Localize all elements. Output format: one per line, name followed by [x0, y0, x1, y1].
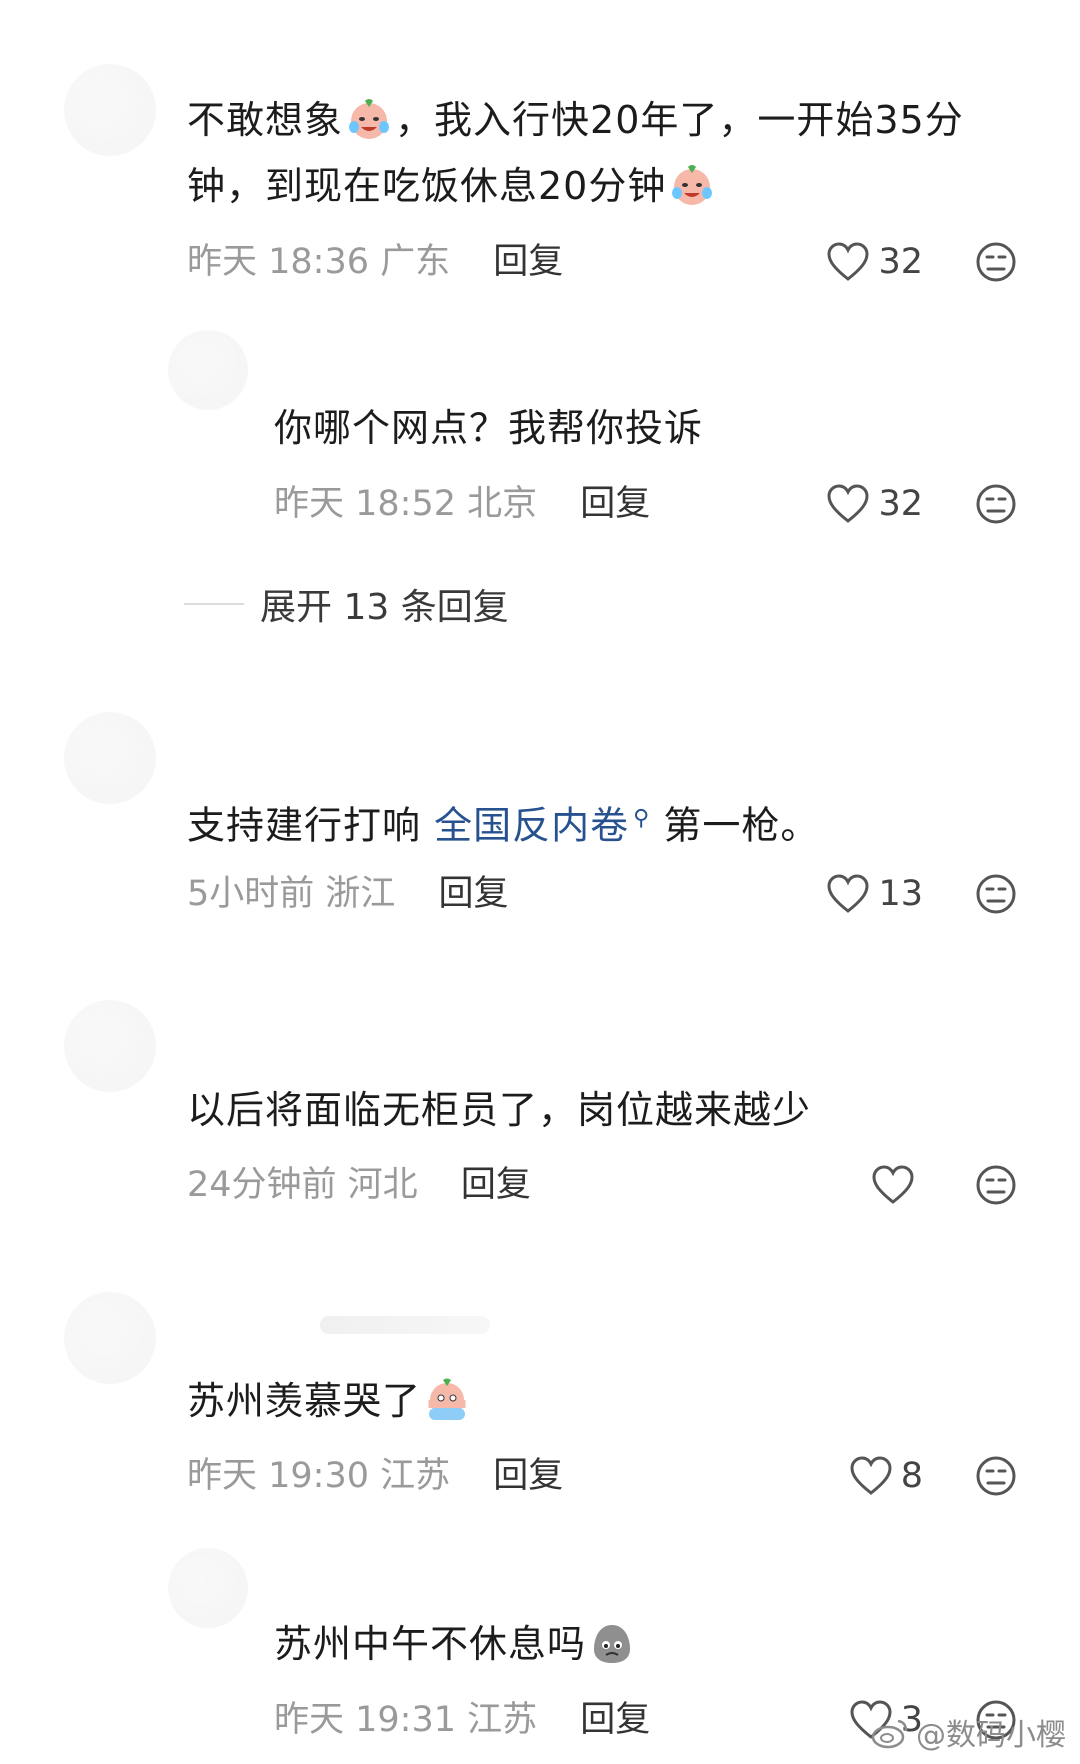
watermark-text: @数码小樱	[916, 1718, 1066, 1753]
grey-sad-emoji-icon	[594, 1625, 631, 1663]
dislike-face-icon[interactable]	[975, 873, 1017, 915]
divider	[184, 603, 244, 605]
weibo-logo-icon	[871, 1719, 908, 1749]
reply-button[interactable]: 回复	[580, 1700, 650, 1740]
dislike-face-icon[interactable]	[975, 483, 1017, 525]
comment-time-location: 24分钟前 河北	[187, 1165, 418, 1205]
search-icon: ⚲	[633, 806, 651, 831]
like-button[interactable]: 32	[826, 480, 923, 528]
avatar[interactable]	[64, 1000, 156, 1092]
avatar[interactable]	[64, 1292, 156, 1384]
like-count: 13	[878, 874, 923, 914]
comment-text: 苏州羡慕哭了	[187, 1368, 1007, 1434]
reply-button[interactable]: 回复	[439, 874, 509, 914]
comment-meta: 昨天 19:30 江苏 回复 8	[187, 1452, 1047, 1500]
comment-meta: 昨天 18:36 广东 回复 32	[187, 238, 1047, 286]
heart-icon	[872, 1165, 914, 1204]
reply-button[interactable]: 回复	[461, 1165, 531, 1205]
crying-laughing-emoji-icon	[672, 165, 713, 205]
comment-time-location: 昨天 18:36 广东	[187, 242, 451, 282]
reply-meta: 昨天 18:52 北京 回复 32	[274, 480, 1047, 528]
watermark: @数码小樱	[870, 1710, 1066, 1754]
like-count: 32	[878, 242, 923, 282]
comment-meta: 24分钟前 河北 回复	[187, 1161, 1047, 1209]
heart-icon	[827, 874, 869, 913]
comment-text: 支持建行打响 全国反内卷 ⚲ 第一枪。	[187, 803, 820, 848]
avatar[interactable]	[64, 712, 156, 804]
expand-replies-button[interactable]: 展开 13 条回复	[184, 578, 509, 630]
reply-text: 你哪个网点？我帮你投诉	[274, 406, 704, 450]
reply-text: 苏州中午不休息吗	[274, 1611, 1004, 1677]
dislike-face-icon[interactable]	[975, 1164, 1017, 1206]
comment-time-location: 5小时前 浙江	[187, 874, 396, 914]
comment-meta: 5小时前 浙江 回复 13	[187, 870, 1047, 918]
reply-button[interactable]: 回复	[493, 242, 563, 282]
comment-text: 不敢想象 ，我入行快20年了，一开始35分钟，到现在吃饭休息20分钟	[187, 98, 964, 208]
dislike-face-icon[interactable]	[975, 1455, 1017, 1497]
reply-button[interactable]: 回复	[580, 484, 650, 524]
like-count: 32	[878, 484, 923, 524]
comment-time-location: 昨天 19:31 江苏	[274, 1700, 538, 1740]
expand-replies-label: 展开 13 条回复	[260, 587, 509, 628]
avatar[interactable]	[168, 330, 248, 410]
like-button[interactable]	[871, 1161, 923, 1209]
comment-time-location: 昨天 18:52 北京	[274, 484, 538, 524]
crying-hands-emoji-icon	[428, 1378, 466, 1420]
avatar[interactable]	[64, 64, 156, 156]
like-button[interactable]: 8	[849, 1452, 923, 1500]
like-button[interactable]: 13	[826, 870, 923, 918]
comment-time-location: 昨天 19:30 江苏	[187, 1456, 451, 1496]
comment-text: 以后将面临无柜员了，岗位越来越少	[187, 1088, 812, 1132]
reply-button[interactable]: 回复	[493, 1456, 563, 1496]
like-button[interactable]: 32	[826, 238, 923, 286]
heart-icon	[850, 1456, 892, 1495]
heart-icon	[827, 484, 869, 523]
avatar[interactable]	[168, 1548, 248, 1628]
topic-link[interactable]: 全国反内卷	[434, 804, 629, 848]
crying-laughing-emoji-icon	[349, 99, 390, 139]
heart-icon	[827, 242, 869, 281]
like-count: 8	[900, 1456, 923, 1496]
dislike-face-icon[interactable]	[975, 241, 1017, 283]
username-blurred[interactable]	[320, 1316, 490, 1334]
